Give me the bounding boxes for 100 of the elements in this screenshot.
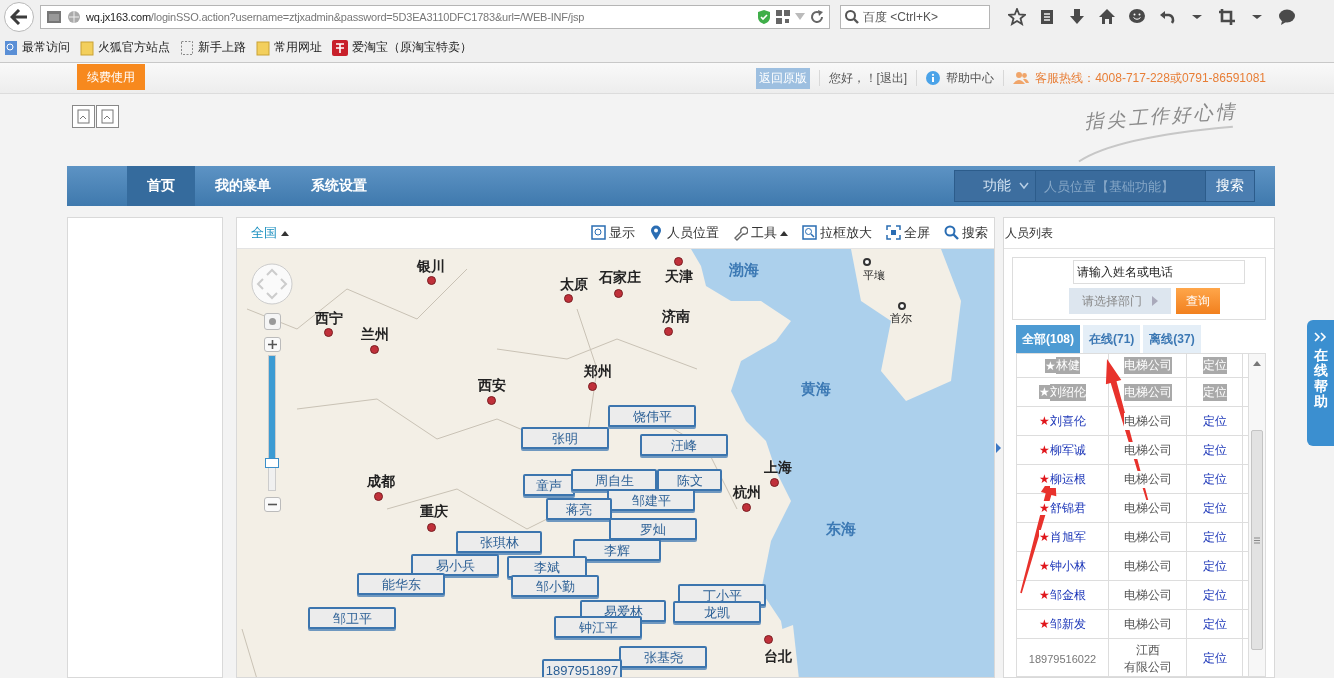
city-label: 台北 — [764, 648, 792, 666]
person-marker[interactable]: 周自生 — [571, 469, 657, 491]
sea-label: 东海 — [826, 520, 856, 539]
search-field[interactable]: 百度 <Ctrl+K> — [840, 4, 990, 29]
person-marker[interactable]: 能华东 — [357, 573, 445, 595]
locate-link[interactable]: 定位 — [1202, 412, 1227, 430]
person-marker[interactable]: 1897951897 — [542, 659, 622, 677]
filter-tab[interactable]: 在线(71) — [1083, 325, 1141, 353]
sea-label: 黄海 — [801, 380, 831, 399]
person-marker[interactable]: 邹建平 — [607, 489, 695, 511]
qr-code-icon[interactable] — [776, 9, 790, 24]
filter-tab[interactable]: 全部(108) — [1016, 325, 1080, 353]
bookmark-link[interactable]: 火狐官方站点 — [80, 39, 170, 56]
nav-tab[interactable]: 我的菜单 — [195, 166, 291, 206]
download-icon[interactable] — [1068, 7, 1086, 26]
locate-link[interactable]: 定位 — [1202, 499, 1227, 517]
map-tool-button[interactable]: 工具 — [719, 224, 788, 242]
person-marker[interactable]: 李斌 — [507, 556, 587, 578]
person-marker[interactable]: 蒋亮 — [546, 498, 612, 520]
person-name-link[interactable]: 邹金根 — [1049, 586, 1086, 604]
city-marker-icon — [863, 258, 871, 266]
wrench-icon — [733, 225, 748, 241]
person-name-link[interactable]: 邹新发 — [1049, 615, 1086, 633]
zoom-slider[interactable] — [268, 355, 276, 491]
reload-button[interactable] — [810, 9, 824, 24]
scrollbar-thumb[interactable] — [1251, 430, 1263, 650]
online-help-tab[interactable]: 在线帮助 — [1307, 320, 1334, 446]
slider-thumb[interactable] — [265, 458, 279, 469]
person-marker[interactable]: 张明 — [521, 427, 609, 449]
locate-link[interactable]: 定位 — [1202, 557, 1227, 575]
person-marker[interactable]: 邹小勤 — [511, 575, 599, 597]
collapse-arrow-icon[interactable] — [995, 442, 1001, 453]
address-bar[interactable]: wq.jx163.com/loginSSO.action?username=ztjxadmin&password=5D3EA3110DFC1783&url=/WEB-INF/jsp — [40, 4, 830, 29]
city-marker-icon — [370, 345, 379, 354]
person-name-link[interactable]: 舒锦君 — [1049, 499, 1086, 517]
person-marker[interactable]: 钟江平 — [554, 616, 642, 638]
url-text: wq.jx163.com/loginSSO.action?username=ztjxadmin&password=5D3EA3110DFC1783&url=/WEB-INF/jsp — [86, 10, 585, 23]
company-text: 有限公司 — [1123, 658, 1172, 676]
person-marker[interactable]: 童声 — [523, 474, 575, 496]
city-label: 平壤 — [863, 268, 885, 283]
scrollbar[interactable] — [1248, 354, 1265, 676]
person-marker[interactable]: 张基尧 — [619, 646, 707, 668]
locate-link[interactable]: 定位 — [1202, 470, 1227, 488]
name-or-phone-field[interactable]: 请输入姓名或电话 — [1073, 260, 1245, 284]
person-marker[interactable]: 李辉 — [573, 539, 661, 561]
slogan-text: 指尖工作好心情 — [1083, 98, 1239, 135]
bookmark-link[interactable]: 常用网址 — [256, 39, 322, 56]
back-button[interactable] — [4, 1, 34, 32]
map-tool-button[interactable]: 人员位置 — [635, 224, 719, 242]
locate-link[interactable]: 定位 — [1202, 528, 1227, 546]
filter-tab[interactable]: 离线(37) — [1143, 325, 1201, 353]
double-chevron-icon — [1313, 332, 1328, 342]
city-marker-icon — [564, 294, 573, 303]
person-marker[interactable]: 易小兵 — [411, 554, 499, 576]
person-marker[interactable]: 汪峰 — [640, 434, 728, 456]
person-name-link[interactable]: 钟小林 — [1049, 557, 1086, 575]
bookmark-link[interactable]: 新手上路 — [180, 39, 246, 56]
locate-link[interactable]: 定位 — [1202, 650, 1227, 667]
nav-tab[interactable]: 系统设置 — [291, 166, 387, 206]
person-marker[interactable]: 邹卫平 — [308, 607, 396, 629]
home-icon[interactable] — [1098, 7, 1116, 26]
bookmark-link[interactable]: 爱淘宝（原淘宝特卖） — [332, 39, 472, 56]
city-label: 西宁 — [315, 310, 343, 328]
search-button[interactable]: 搜索 — [1206, 170, 1255, 202]
bookmark-star-icon[interactable] — [1008, 7, 1026, 26]
map-tool-button[interactable]: 搜索 — [930, 224, 988, 242]
person-marker[interactable]: 陈文 — [657, 469, 722, 491]
locate-link[interactable]: 定位 — [1202, 586, 1227, 604]
map-tool-button[interactable]: 显示 — [577, 224, 635, 242]
crop-icon[interactable] — [1218, 7, 1236, 26]
person-name-link[interactable]: 肖旭军 — [1049, 528, 1086, 546]
person-marker[interactable]: 饶伟平 — [608, 405, 696, 427]
company-text: 电梯公司 — [1123, 528, 1172, 546]
search-field[interactable]: 人员位置【基础功能】 — [1036, 170, 1206, 202]
nav-tab[interactable]: 首页 — [127, 166, 195, 206]
locate-link[interactable]: 定位 — [1202, 615, 1227, 633]
map-tool-button[interactable]: 拉框放大 — [788, 224, 872, 242]
region-selector[interactable]: 全国 — [251, 224, 289, 242]
speech-bubble-icon[interactable] — [1278, 7, 1296, 26]
function-select[interactable]: 功能 — [954, 170, 1036, 202]
scroll-up-icon — [1253, 360, 1261, 366]
person-marker[interactable]: 罗灿 — [609, 518, 697, 540]
folder-icon — [80, 39, 94, 56]
map-tool-button[interactable]: 全屏 — [872, 224, 930, 242]
clipboard-icon[interactable] — [1038, 7, 1056, 26]
zoom-out-button[interactable] — [264, 497, 281, 512]
locate-link[interactable]: 定位 — [1202, 441, 1227, 459]
person-marker[interactable]: 龙凯 — [673, 601, 761, 623]
bookmark-link[interactable]: 最常访问 — [4, 39, 70, 56]
city-marker-icon — [742, 503, 751, 512]
person-name-link[interactable]: 柳运根 — [1049, 470, 1086, 488]
help-center-link[interactable]: 帮助中心 — [926, 69, 995, 87]
city-marker-icon — [764, 635, 773, 644]
person-name-link[interactable]: 刘喜伦 — [1049, 412, 1086, 430]
person-name-link[interactable]: 柳军诚 — [1049, 441, 1086, 459]
locate-button[interactable] — [264, 313, 281, 330]
person-marker[interactable]: 张琪林 — [456, 531, 542, 553]
city-label: 首尔 — [890, 311, 912, 326]
zoom-in-button[interactable] — [264, 337, 281, 352]
smiley-chat-icon[interactable] — [1128, 7, 1146, 26]
